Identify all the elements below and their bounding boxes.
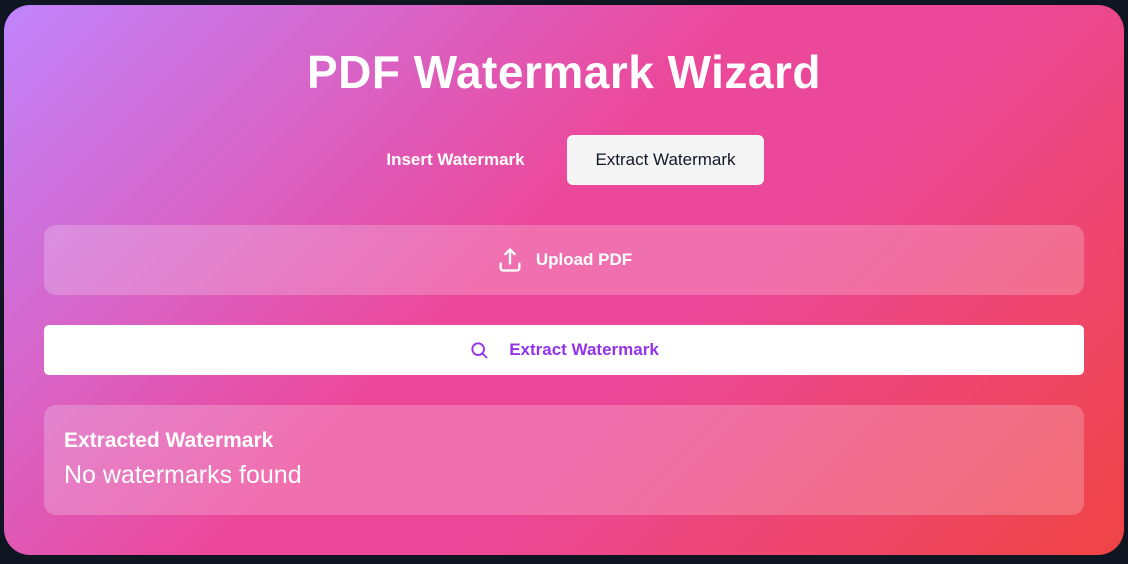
result-panel: Extracted Watermark No watermarks found <box>44 405 1084 515</box>
search-icon <box>471 342 488 359</box>
upload-icon <box>499 248 521 272</box>
extract-watermark-button[interactable]: Extract Watermark <box>44 325 1084 375</box>
tab-extract-watermark[interactable]: Extract Watermark <box>567 135 764 185</box>
tab-insert-watermark[interactable]: Insert Watermark <box>364 135 547 185</box>
upload-pdf-label: Upload PDF <box>535 250 633 269</box>
result-text: No watermarks found <box>64 461 302 489</box>
page-title: PDF Watermark Wizard <box>306 46 821 98</box>
extract-watermark-label: Extract Watermark <box>509 340 659 359</box>
result-heading: Extracted Watermark <box>64 429 274 452</box>
upload-pdf-button[interactable]: Upload PDF <box>44 225 1084 295</box>
main-card: PDF Watermark Wizard Insert Watermark Ex… <box>4 5 1124 555</box>
